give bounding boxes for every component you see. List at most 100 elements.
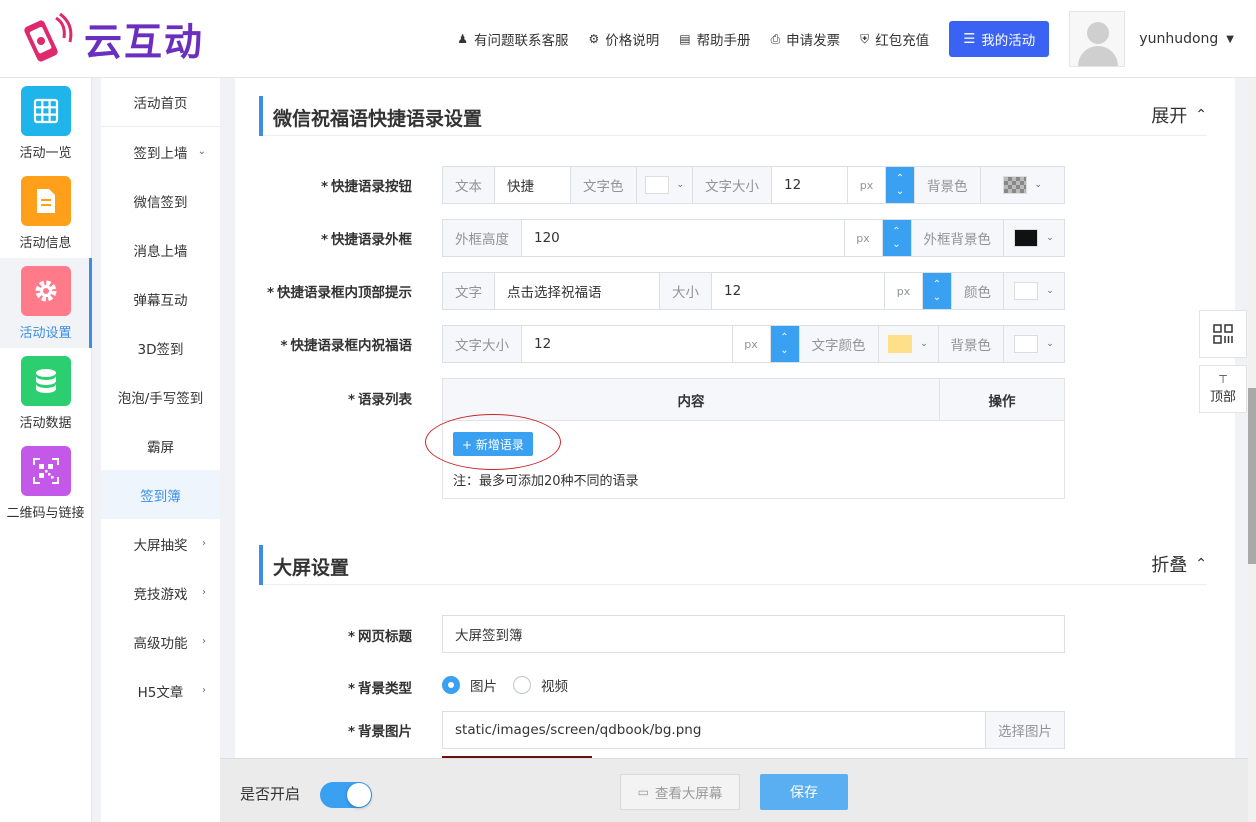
rail-item-qrcode-links[interactable]: 二维码与链接 [0, 438, 91, 528]
laptop-icon: ▭ [637, 785, 649, 799]
quick-blessing-size-input[interactable]: 12 [522, 326, 733, 362]
caret-down-icon: ⌄ [1034, 180, 1043, 190]
quick-button-group: 文本 快捷 文字色 ⌄ 文字大小 12 px ⌃ ⌄ 背景色 ⌄ [442, 166, 1065, 204]
logo-text: 云互动 [84, 19, 205, 64]
submenu-3d-signin[interactable]: 3D签到 [101, 323, 220, 372]
username: yunhudong [1139, 31, 1219, 47]
grid-qrcode-icon [1213, 324, 1233, 344]
quick-frame-height-input[interactable]: 120 [522, 220, 845, 256]
nav-help-manual[interactable]: ▤ 帮助手册 [679, 29, 750, 49]
submenu-bapin[interactable]: 霸屏 [101, 421, 220, 470]
gear-icon: ⚙ [588, 32, 600, 46]
section-toggle-expand[interactable]: 展开 ⌃ [1151, 102, 1207, 128]
qrcode-float-button[interactable] [1199, 310, 1247, 358]
user-menu[interactable]: yunhudong ▼ [1139, 31, 1234, 47]
quick-blessing-size-stepper[interactable]: ⌃ ⌄ [770, 326, 799, 362]
submenu-activity-home[interactable]: 活动首页 [101, 78, 220, 127]
bg-image-path-input[interactable]: static/images/screen/qdbook/bg.png [443, 712, 986, 748]
phrase-limit-note: 注：最多可添加20种不同的语录 [453, 474, 639, 489]
quick-button-size-stepper[interactable]: ⌃ ⌄ [886, 167, 915, 203]
quick-frame-bg-color-picker[interactable]: ⌄ [1004, 220, 1064, 256]
caret-down-icon: ▼ [1226, 33, 1234, 45]
arrow-up-icon: ⊤ [1218, 372, 1228, 386]
enable-label: 是否开启 [240, 785, 301, 803]
section-screen-settings-header: 大屏设置 折叠 ⌃ [259, 545, 1207, 585]
avatar[interactable] [1069, 11, 1126, 67]
sub-menu: 活动首页 签到上墙 ⌄ 微信签到 消息上墙 弹幕互动 3D签到 泡泡/手写签到 霸… [101, 78, 220, 822]
database-icon [20, 355, 71, 406]
submenu-wechat-signin[interactable]: 微信签到 [101, 176, 220, 225]
submenu-danmaku[interactable]: 弹幕互动 [101, 274, 220, 323]
logo[interactable]: 云互动 [22, 10, 204, 66]
quick-blessing-group: 文字大小 12 px ⌃ ⌄ 文字颜色 ⌄ 背景色 ⌄ [442, 325, 1065, 363]
section-title: 微信祝福语快捷语录设置 [273, 108, 483, 130]
submenu-message-wall[interactable]: 消息上墙 [101, 225, 220, 274]
quick-frame-height-stepper[interactable]: ⌃ ⌄ [882, 220, 911, 256]
quick-tip-size-input[interactable]: 12 [712, 273, 885, 309]
section-title: 大屏设置 [273, 557, 350, 579]
quick-tip-size-stepper[interactable]: ⌃ ⌄ [923, 273, 951, 309]
enable-toggle[interactable] [320, 782, 372, 808]
save-button[interactable]: 保存 [760, 774, 848, 810]
chevron-down-icon: ⌄ [197, 146, 206, 157]
chevron-right-icon: › [202, 587, 206, 598]
rail-item-activity-settings[interactable]: 活动设置 [0, 258, 92, 348]
gear-icon [20, 265, 71, 316]
shield-check-icon: ⛨ [860, 31, 870, 46]
label-page-title: * 网页标题 [347, 629, 412, 645]
quick-tip-color-picker[interactable]: ⌄ [1004, 273, 1064, 309]
submenu-games[interactable]: 竞技游戏 › [101, 568, 220, 617]
quick-button-size-input[interactable]: 12 [772, 167, 849, 203]
phone-logo-icon [22, 10, 78, 66]
rail-item-activity-data[interactable]: 活动数据 [0, 348, 91, 438]
top-nav: ♟ 有问题联系客服 ⚙ 价格说明 ▤ 帮助手册 ⎙ 申请发票 ⛨ 红包充值 ☰ … [457, 0, 1256, 78]
list-icon: ☰ [963, 31, 976, 47]
rail-item-activity-list[interactable]: 活动一览 [0, 78, 91, 168]
footer-bar: 是否开启 ▭ 查看大屏幕 保存 [220, 758, 1248, 822]
page-title-input[interactable]: 大屏签到簿 [442, 615, 1065, 653]
submenu-h5-article[interactable]: H5文章 › [101, 666, 220, 715]
back-to-top-button[interactable]: ⊤ 顶部 [1199, 365, 1247, 413]
choose-image-button[interactable]: 选择图片 [986, 712, 1064, 748]
submenu-lottery[interactable]: 大屏抽奖 › [101, 519, 220, 568]
submenu-sign-wall[interactable]: 签到上墙 ⌄ [101, 127, 220, 176]
section-toggle-collapse[interactable]: 折叠 ⌃ [1151, 551, 1207, 577]
submenu-bubble-signin[interactable]: 泡泡/手写签到 [101, 372, 220, 421]
label-bg-type: * 背景类型 [347, 681, 412, 697]
label-quick-frame: * 快捷语录外框 [320, 232, 412, 248]
scrollbar-thumb[interactable] [1248, 388, 1256, 564]
grid-icon [20, 85, 71, 136]
quick-button-text-input[interactable]: 快捷 [495, 167, 571, 203]
nav-pricing[interactable]: ⚙ 价格说明 [588, 29, 659, 49]
quick-button-bg-color-picker[interactable]: ⌄ [980, 167, 1064, 203]
left-rail: 活动一览 活动信息 活动设置 活动数据 二维码与链接 [0, 78, 92, 822]
submenu-sign-book[interactable]: 签到簿 [101, 470, 220, 519]
nav-invoice[interactable]: ⎙ 申请发票 [771, 29, 841, 50]
nav-contact-support[interactable]: ♟ 有问题联系客服 [457, 29, 568, 49]
label-bg-image: * 背景图片 [347, 724, 412, 740]
chevron-up-icon: ⌃ [1195, 556, 1207, 572]
quick-blessing-bg-color-picker[interactable]: ⌄ [1004, 326, 1064, 362]
quick-button-text-color-picker[interactable]: ⌄ [636, 167, 694, 203]
submenu-advanced[interactable]: 高级功能 › [101, 617, 220, 666]
quick-blessing-color-picker[interactable]: ⌄ [878, 326, 939, 362]
label-quick-tip: * 快捷语录框内顶部提示 [266, 285, 412, 301]
my-activity-button[interactable]: ☰ 我的活动 [949, 21, 1050, 57]
main-content: 微信祝福语快捷语录设置 展开 ⌃ * 快捷语录按钮 文本 快捷 文字色 ⌄ 文字大… [235, 78, 1235, 758]
nav-redpacket-recharge[interactable]: ⛨ 红包充值 [860, 29, 929, 50]
section-quick-phrases-header: 微信祝福语快捷语录设置 展开 ⌃ [259, 96, 1207, 136]
view-screen-button[interactable]: ▭ 查看大屏幕 [620, 774, 740, 810]
bg-image-group: static/images/screen/qdbook/bg.png 选择图片 [442, 711, 1065, 749]
add-phrase-button[interactable]: + 新增语录 [453, 432, 533, 456]
bg-type-image-radio[interactable]: 图片 [442, 675, 497, 695]
rail-item-activity-info[interactable]: 活动信息 [0, 168, 91, 258]
bg-type-video-radio[interactable]: 视频 [513, 675, 568, 695]
caret-down-icon: ⌄ [1046, 286, 1054, 296]
chevron-right-icon: › [202, 685, 206, 696]
document-icon [20, 175, 71, 226]
caret-down-icon: ⌄ [920, 339, 928, 349]
label-quick-button: * 快捷语录按钮 [320, 179, 412, 195]
quick-tip-text-input[interactable]: 点击选择祝福语 [495, 273, 660, 309]
label-quick-blessing: * 快捷语录框内祝福语 [280, 338, 412, 354]
chevron-right-icon: › [202, 636, 206, 647]
